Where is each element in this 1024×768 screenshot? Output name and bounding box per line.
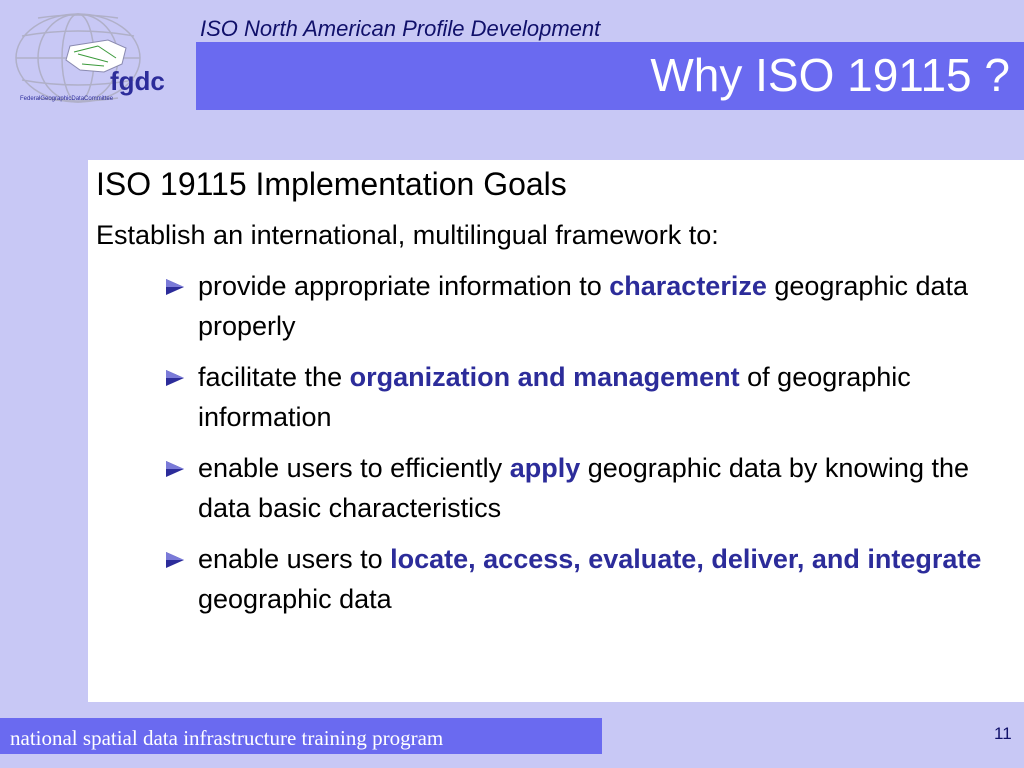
fgdc-logo: fgdc FederalGeographicDataCommittee	[8, 6, 188, 106]
logo-wordmark: fgdc	[110, 66, 165, 96]
triangle-arrow-icon	[166, 370, 184, 386]
bullet-highlight: organization and management	[349, 362, 740, 392]
bullet-item: provide appropriate information to chara…	[164, 266, 984, 346]
bullet-highlight: characterize	[609, 271, 767, 301]
content-panel: ISO 19115 Implementation Goals Establish…	[88, 160, 1024, 702]
triangle-arrow-icon	[166, 461, 184, 477]
bullet-item: facilitate the organization and manageme…	[164, 357, 984, 437]
page-number: 11	[994, 724, 1012, 743]
bullet-text-after: geographic data	[198, 584, 392, 614]
bullet-item: enable users to locate, access, evaluate…	[164, 539, 984, 619]
bullet-highlight: locate, access, evaluate, deliver, and i…	[390, 544, 982, 574]
triangle-arrow-icon	[166, 279, 184, 295]
content-intro: Establish an international, multilingual…	[96, 220, 719, 250]
bullet-list: provide appropriate information to chara…	[164, 266, 984, 630]
bullet-text-before: facilitate the	[198, 362, 350, 392]
globe-map-icon: fgdc FederalGeographicDataCommittee	[15, 13, 165, 103]
bullet-text-before: provide appropriate information to	[198, 271, 610, 301]
footer-band: national spatial data infrastructure tra…	[0, 718, 602, 754]
triangle-arrow-icon	[166, 552, 184, 568]
bullet-text-before: enable users to efficiently	[198, 453, 510, 483]
footer-text: national spatial data infrastructure tra…	[10, 726, 444, 750]
slide-title: Why ISO 19115 ?	[650, 49, 1010, 101]
logo-tagline: FederalGeographicDataCommittee	[20, 96, 114, 102]
bullet-highlight: apply	[509, 453, 581, 483]
content-heading: ISO 19115 Implementation Goals	[96, 166, 567, 202]
title-band: Why ISO 19115 ?	[196, 42, 1024, 110]
bullet-text-before: enable users to	[198, 544, 391, 574]
header-subtitle: ISO North American Profile Development	[200, 16, 601, 41]
bullet-item: enable users to efficiently apply geogra…	[164, 448, 984, 528]
